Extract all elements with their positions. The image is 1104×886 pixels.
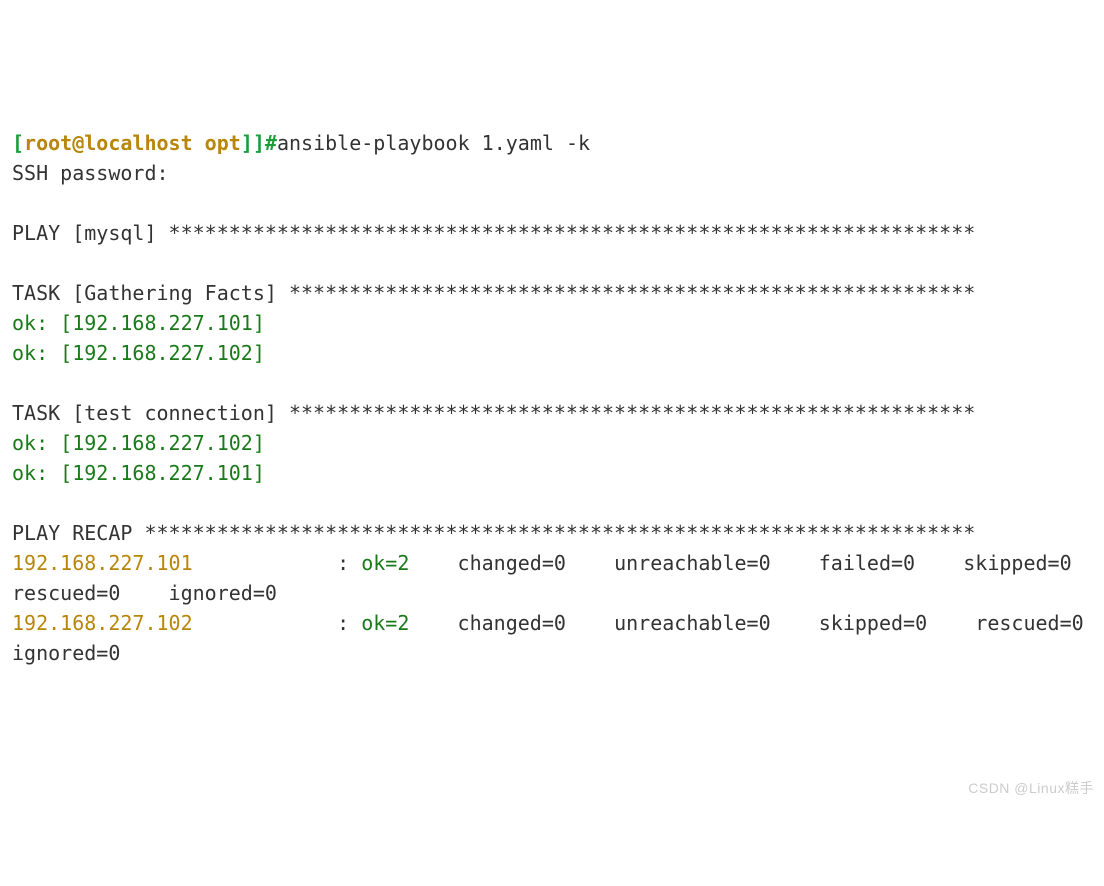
- prompt-user: root: [24, 131, 72, 155]
- recap-row-1: 192.168.227.101 : ok=2 changed=0 unreach…: [12, 551, 1104, 605]
- watermark: CSDN @Linux糕手: [968, 778, 1094, 799]
- play-recap-header: PLAY RECAP *****************************…: [12, 521, 975, 545]
- task2-ok-host2: ok: [192.168.227.101]: [12, 461, 265, 485]
- task-test-connection-header: TASK [test connection] *****************…: [12, 401, 975, 425]
- recap1-ok: ok=2: [361, 551, 409, 575]
- ssh-password-prompt: SSH password:: [12, 161, 169, 185]
- recap-row-2: 192.168.227.102 : ok=2 changed=0 unreach…: [12, 611, 1104, 665]
- task-gathering-facts-header: TASK [Gathering Facts] *****************…: [12, 281, 975, 305]
- prompt-line: [root@localhost opt]]#ansible-playbook 1…: [12, 131, 590, 155]
- prompt-at: @: [72, 131, 84, 155]
- terminal-output: [root@localhost opt]]#ansible-playbook 1…: [12, 128, 1092, 668]
- recap1-host: 192.168.227.101: [12, 551, 193, 575]
- prompt-suffix: ]#: [253, 131, 277, 155]
- play-header: PLAY [mysql] ***************************…: [12, 221, 975, 245]
- command-text: ansible-playbook 1.yaml -k: [277, 131, 590, 155]
- recap2-host: 192.168.227.102: [12, 611, 193, 635]
- recap2-ok: ok=2: [361, 611, 409, 635]
- recap1-spacer: :: [193, 551, 362, 575]
- task2-ok-host1: ok: [192.168.227.102]: [12, 431, 265, 455]
- prompt-path: opt: [193, 131, 241, 155]
- prompt-host: localhost: [84, 131, 192, 155]
- prompt-close-bracket: ]: [241, 131, 253, 155]
- recap2-spacer: :: [193, 611, 362, 635]
- prompt-open-bracket: [: [12, 131, 24, 155]
- task1-ok-host2: ok: [192.168.227.102]: [12, 341, 265, 365]
- task1-ok-host1: ok: [192.168.227.101]: [12, 311, 265, 335]
